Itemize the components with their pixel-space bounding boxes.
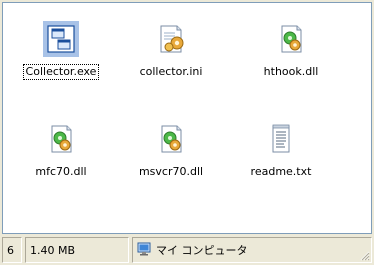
file-name: mfc70.dll bbox=[35, 165, 87, 178]
file-item-collector-ini[interactable]: collector.ini bbox=[117, 21, 225, 81]
settings-file-icon bbox=[153, 21, 189, 57]
dll-file-icon bbox=[273, 21, 309, 57]
file-name: hthook.dll bbox=[263, 65, 319, 78]
file-name: Collector.exe bbox=[22, 64, 100, 80]
file-list-view[interactable]: Collector.exe collector.ini hthook.dll m… bbox=[2, 2, 372, 234]
file-name: collector.ini bbox=[139, 65, 203, 78]
application-icon bbox=[43, 21, 79, 57]
status-bar: 6 1.40 MB マイ コンピュータ bbox=[2, 237, 372, 263]
file-item-readme-txt[interactable]: readme.txt bbox=[227, 121, 335, 181]
file-item-msvcr70-dll[interactable]: msvcr70.dll bbox=[117, 121, 225, 181]
file-item-hthook-dll[interactable]: hthook.dll bbox=[237, 21, 345, 81]
my-computer-icon bbox=[137, 242, 151, 259]
text-file-icon bbox=[263, 121, 299, 157]
status-object-count: 6 bbox=[2, 237, 22, 263]
file-name: readme.txt bbox=[250, 165, 312, 178]
file-item-collector-exe[interactable]: Collector.exe bbox=[7, 21, 115, 81]
resize-grip-icon[interactable] bbox=[358, 249, 370, 261]
file-name: msvcr70.dll bbox=[138, 165, 204, 178]
status-total-size: 1.40 MB bbox=[25, 237, 129, 263]
status-location: マイ コンピュータ bbox=[132, 237, 372, 263]
dll-file-icon bbox=[153, 121, 189, 157]
file-item-mfc70-dll[interactable]: mfc70.dll bbox=[7, 121, 115, 181]
status-location-label: マイ コンピュータ bbox=[156, 244, 248, 257]
dll-file-icon bbox=[43, 121, 79, 157]
